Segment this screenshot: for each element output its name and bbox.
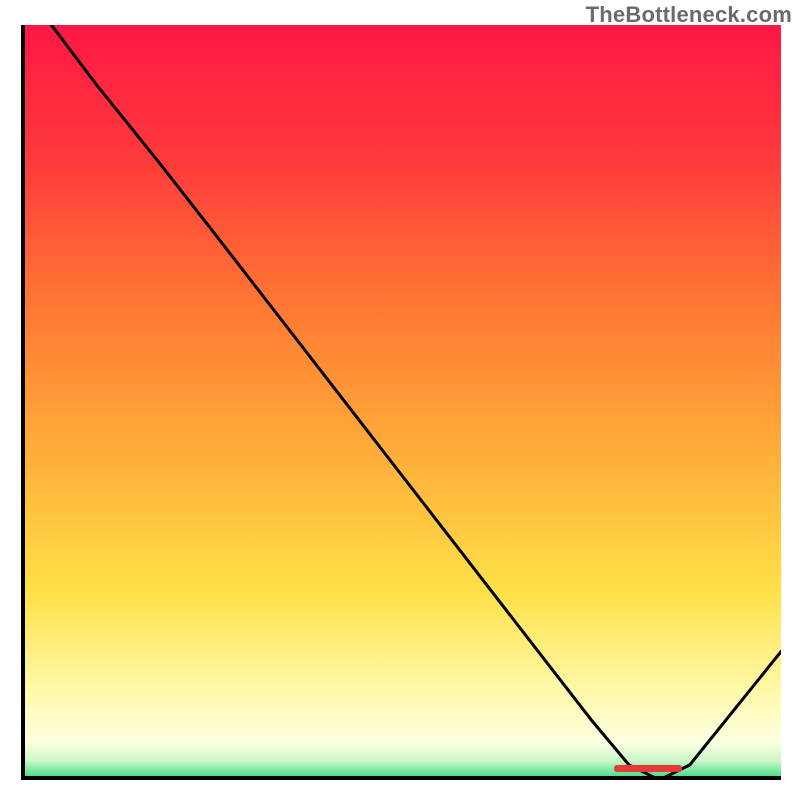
y-axis — [21, 25, 25, 780]
chart-plot-area — [21, 25, 781, 780]
optimum-marker — [614, 765, 682, 772]
x-axis — [21, 776, 781, 780]
chart-curve — [21, 25, 781, 780]
